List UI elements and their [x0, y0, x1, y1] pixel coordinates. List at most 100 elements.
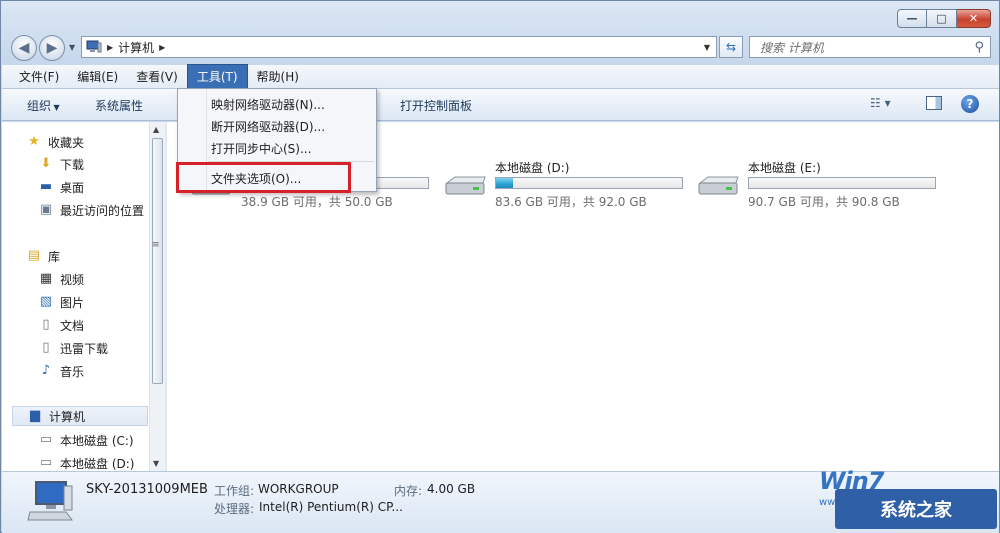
scroll-thumb[interactable]: [152, 138, 163, 384]
explorer-window: — □ ✕ ◀ ▶ ▼ ▶ 计算机 ▶ ▼ ⇆ 搜索 计算机 ⚲ 文件(F) 编…: [0, 0, 1000, 533]
drive-free-space: 38.9 GB 可用，共 50.0 GB: [241, 195, 393, 209]
menu-file[interactable]: 文件(F): [10, 65, 68, 88]
breadcrumb-separator-icon[interactable]: ▶: [159, 43, 165, 52]
nav-label: 库: [48, 249, 61, 264]
nav-computer[interactable]: ▆ 计算机: [12, 406, 148, 426]
command-bar: 组织 系统属性 打开控制面板 ☷ ▾ ?: [2, 89, 999, 121]
library-icon: ▤: [27, 248, 41, 263]
menu-tools[interactable]: 工具(T): [186, 64, 248, 89]
star-icon: ★: [28, 134, 40, 149]
drive-usage-fill: [496, 178, 513, 188]
menu-bar: 文件(F) 编辑(E) 查看(V) 工具(T) 帮助(H): [2, 64, 999, 89]
watermark-brand: 系统之家: [835, 489, 997, 529]
watermark-logo: Win7 www.winwin7.com 系统之家: [813, 465, 999, 533]
nav-scrollbar[interactable]: ▲ ≡ ▼: [149, 122, 165, 471]
caption-buttons: — □ ✕: [897, 9, 991, 28]
video-icon: ▦: [39, 271, 53, 286]
breadcrumb-computer[interactable]: 计算机: [118, 39, 154, 56]
nav-label: 最近访问的位置: [60, 203, 145, 218]
drive-free-space: 83.6 GB 可用，共 92.0 GB: [495, 195, 647, 209]
highlight-annotation-box: [176, 162, 351, 193]
nav-libraries[interactable]: ▤ 库: [26, 246, 165, 266]
refresh-icon: ⇆: [725, 40, 737, 54]
scroll-up-icon[interactable]: ▲: [153, 125, 159, 134]
nav-disk-c[interactable]: ▭ 本地磁盘 (C:): [38, 430, 165, 450]
address-bar[interactable]: ▶ 计算机 ▶ ▼: [81, 36, 717, 58]
system-drive-icon: ▭: [39, 432, 53, 447]
nav-label: 下载: [60, 157, 85, 172]
nav-pictures[interactable]: ▧ 图片: [38, 292, 165, 312]
processor-label: 处理器:: [214, 502, 255, 516]
desktop-icon: ▬: [39, 179, 53, 194]
nav-documents[interactable]: ▯ 文档: [38, 315, 165, 335]
workgroup-value: WORKGROUP: [258, 482, 339, 496]
arrow-left-icon: ◀: [18, 40, 30, 56]
nav-videos[interactable]: ▦ 视频: [38, 269, 165, 289]
nav-favorites[interactable]: ★ 收藏夹: [26, 132, 165, 152]
arrow-right-icon: ▶: [46, 40, 58, 56]
drive-name: 本地磁盘 (E:): [748, 161, 821, 175]
preview-pane-icon[interactable]: [926, 96, 942, 110]
drive-free-space: 90.7 GB 可用，共 90.8 GB: [748, 195, 900, 209]
nav-xunlei-downloads[interactable]: ▯ 迅雷下载: [38, 338, 165, 358]
maximize-button[interactable]: □: [927, 9, 957, 28]
nav-music[interactable]: ♪ 音乐: [38, 361, 165, 381]
drive-name: 本地磁盘 (D:): [495, 161, 570, 175]
search-icon[interactable]: ⚲: [974, 40, 984, 55]
nav-label: 文档: [60, 318, 85, 333]
recent-places-icon: ▣: [39, 202, 53, 217]
navigation-pane: ★ 收藏夹 ⬇ 下载 ▬ 桌面 ▣ 最近访问的位置 ▤ 库 ▦ 视频 ▧ 图片 …: [2, 122, 165, 471]
open-control-panel-button[interactable]: 打开控制面板: [400, 97, 472, 114]
menu-map-network-drive[interactable]: 映射网络驱动器(N)...: [211, 96, 325, 113]
menu-open-sync-center[interactable]: 打开同步中心(S)...: [211, 140, 311, 157]
menu-view[interactable]: 查看(V): [127, 65, 187, 88]
nav-label: 桌面: [60, 180, 85, 195]
forward-button[interactable]: ▶: [39, 35, 65, 61]
nav-downloads[interactable]: ⬇ 下载: [38, 154, 165, 174]
menu-disconnect-network-drive[interactable]: 断开网络驱动器(D)...: [211, 118, 325, 135]
address-dropdown-icon[interactable]: ▼: [704, 43, 710, 52]
workgroup-label: 工作组:: [214, 484, 255, 498]
minimize-button[interactable]: —: [897, 9, 927, 28]
music-icon: ♪: [41, 363, 51, 378]
computer-name: SKY-20131009MEB: [86, 482, 208, 497]
refresh-button[interactable]: ⇆: [719, 36, 743, 58]
change-view-icon[interactable]: ☷ ▾: [870, 96, 891, 110]
nav-label: 迅雷下载: [60, 341, 109, 356]
hard-drive-icon: [445, 176, 486, 195]
breadcrumb-separator-icon[interactable]: ▶: [107, 43, 113, 52]
drive-usage-bar: [495, 177, 683, 189]
nav-label: 收藏夹: [48, 135, 85, 150]
computer-icon: [27, 481, 73, 521]
processor-value: Intel(R) Pentium(R) CP...: [259, 500, 403, 514]
search-input[interactable]: 搜索 计算机 ⚲: [749, 36, 991, 58]
nav-recent-places[interactable]: ▣ 最近访问的位置: [38, 200, 165, 220]
nav-label: 音乐: [60, 364, 85, 379]
back-button[interactable]: ◀: [11, 35, 37, 61]
memory-value: 4.00 GB: [427, 482, 476, 496]
document-icon: ▯: [42, 317, 50, 332]
menu-help[interactable]: 帮助(H): [248, 65, 308, 88]
hard-drive-icon: [698, 176, 739, 195]
recent-pages-dropdown[interactable]: ▼: [69, 43, 75, 52]
hard-drive-icon: ▭: [39, 455, 53, 470]
search-placeholder: 搜索 计算机: [760, 40, 824, 55]
organize-button[interactable]: 组织: [27, 97, 60, 114]
menu-edit[interactable]: 编辑(E): [68, 65, 127, 88]
nav-label: 本地磁盘 (C:): [60, 433, 134, 448]
close-button[interactable]: ✕: [957, 9, 991, 28]
nav-disk-d[interactable]: ▭ 本地磁盘 (D:): [38, 453, 165, 471]
nav-label: 视频: [60, 272, 85, 287]
nav-desktop[interactable]: ▬ 桌面: [38, 177, 165, 197]
computer-icon: ▆: [30, 408, 40, 423]
memory-label: 内存:: [394, 484, 423, 498]
nav-label: 图片: [60, 295, 85, 310]
help-icon[interactable]: ?: [961, 95, 979, 113]
scroll-grip-icon: ≡: [152, 240, 160, 250]
scroll-down-icon[interactable]: ▼: [153, 459, 159, 468]
system-properties-button[interactable]: 系统属性: [95, 97, 143, 114]
document-icon: ▯: [42, 340, 50, 355]
download-folder-icon: ⬇: [40, 156, 52, 171]
picture-icon: ▧: [39, 294, 53, 309]
computer-icon: [86, 40, 102, 53]
